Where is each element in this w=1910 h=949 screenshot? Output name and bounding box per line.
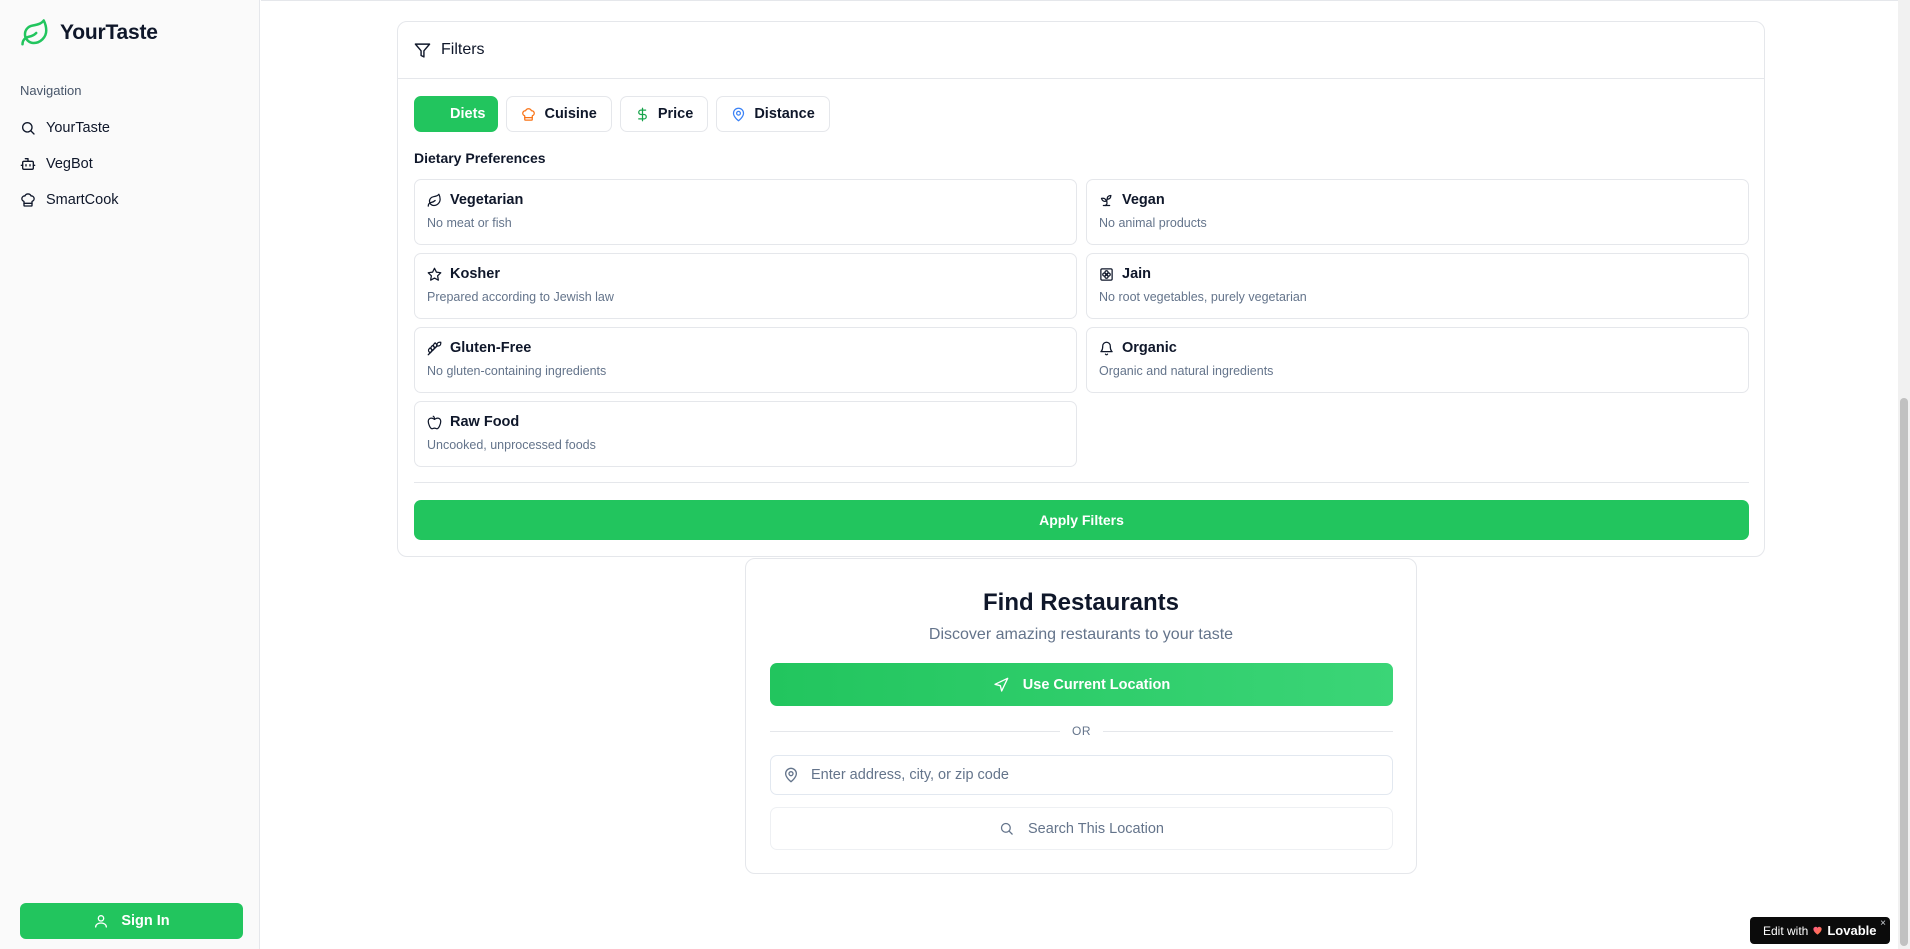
use-current-location-button[interactable]: Use Current Location — [770, 663, 1393, 706]
sign-in-label: Sign In — [121, 913, 170, 929]
sidebar-item-yourtaste[interactable]: YourTaste — [20, 110, 240, 146]
diet-option-gluten-free[interactable]: Gluten-Free No gluten-containing ingredi… — [414, 327, 1077, 393]
dietary-preferences-heading: Dietary Preferences — [414, 150, 546, 166]
chef-hat-icon — [522, 107, 536, 121]
top-border — [261, 0, 1910, 1]
tab-diets[interactable]: Diets — [414, 96, 499, 132]
diet-title: Gluten-Free — [450, 340, 532, 356]
bell-icon — [1100, 341, 1113, 355]
diet-title: Jain — [1122, 266, 1152, 282]
user-icon — [95, 915, 108, 928]
use-location-label: Use Current Location — [1022, 676, 1171, 693]
nav-heading: Navigation — [20, 83, 82, 98]
or-label: OR — [1072, 724, 1091, 738]
filters-header: Filters — [398, 22, 1764, 79]
filter-icon — [414, 42, 431, 58]
diet-description: No root vegetables, purely vegetarian — [1099, 290, 1307, 304]
dollar-icon — [637, 107, 647, 121]
apply-filters-button[interactable]: Apply Filters — [414, 500, 1749, 540]
diet-option-vegan[interactable]: Vegan No animal products — [1086, 179, 1749, 245]
or-divider: OR — [770, 723, 1393, 739]
nav-list: YourTaste VegBot SmartCook — [20, 110, 240, 218]
filter-tabs: Diets Cuisine Price Distance — [414, 96, 830, 132]
diet-title-row: Raw Food — [427, 414, 1064, 430]
wheat-icon — [427, 341, 442, 355]
diet-title: Kosher — [450, 266, 500, 282]
address-input[interactable] — [811, 767, 1392, 783]
sprout-icon — [1100, 194, 1112, 206]
map-pin-icon — [733, 107, 745, 122]
sign-in-button[interactable]: Sign In — [20, 903, 243, 939]
tab-label: Distance — [754, 106, 815, 122]
search-icon — [1000, 822, 1013, 835]
sidebar: YourTaste Navigation YourTaste VegBot Sm… — [0, 0, 260, 949]
diet-description: Uncooked, unprocessed foods — [427, 438, 596, 452]
diet-description: No animal products — [1099, 216, 1207, 230]
diet-title-row: Kosher — [427, 266, 1064, 282]
diet-title: Vegetarian — [450, 192, 524, 208]
diet-title-row: Vegan — [1099, 192, 1736, 208]
tab-label: Price — [657, 106, 694, 122]
sidebar-item-label: VegBot — [46, 156, 93, 172]
leaf-icon — [427, 193, 441, 207]
tab-cuisine[interactable]: Cuisine — [506, 96, 612, 132]
find-subtitle: Discover amazing restaurants to your tas… — [928, 626, 1234, 643]
tab-distance[interactable]: Distance — [716, 96, 830, 132]
badge-brand: Lovable — [1827, 923, 1877, 938]
badge-prefix: Edit with — [1763, 923, 1809, 938]
diet-option-kosher[interactable]: Kosher Prepared according to Jewish law — [414, 253, 1077, 319]
or-line-left — [770, 730, 1060, 732]
map-pin-icon — [784, 767, 798, 783]
navigation-icon — [994, 677, 1009, 692]
diet-description: No gluten-containing ingredients — [427, 364, 607, 378]
sidebar-item-label: SmartCook — [46, 192, 119, 208]
filters-title: Filters — [441, 41, 485, 58]
bot-icon — [20, 158, 36, 170]
diet-description: Organic and natural ingredients — [1099, 364, 1274, 378]
tab-label: Cuisine — [544, 106, 597, 122]
diet-option-jain[interactable]: Jain No root vegetables, purely vegetari… — [1086, 253, 1749, 319]
diet-title: Vegan — [1122, 192, 1165, 208]
leaf-logo-icon — [21, 19, 48, 46]
sidebar-item-smartcook[interactable]: SmartCook — [20, 182, 240, 218]
brand[interactable]: YourTaste — [20, 18, 158, 48]
diet-option-raw-food[interactable]: Raw Food Uncooked, unprocessed foods — [414, 401, 1077, 467]
badge-close-button[interactable]: × — [1880, 918, 1886, 929]
heart-icon — [1813, 926, 1822, 935]
diet-title-row: Vegetarian — [427, 192, 1064, 208]
diet-title-row: Jain — [1099, 266, 1736, 282]
find-restaurants-panel: Find Restaurants Discover amazing restau… — [745, 558, 1417, 874]
address-field[interactable] — [770, 755, 1393, 795]
sidebar-item-label: YourTaste — [46, 120, 110, 136]
diet-description: No meat or fish — [427, 216, 512, 230]
edit-with-lovable-badge[interactable]: Edit with Lovable × — [1750, 917, 1890, 944]
sidebar-item-vegbot[interactable]: VegBot — [20, 146, 240, 182]
brand-name: YourTaste — [60, 21, 158, 44]
search-this-location-button[interactable]: Search This Location — [770, 807, 1393, 850]
star-icon — [427, 267, 442, 281]
diet-option-vegetarian[interactable]: Vegetarian No meat or fish — [414, 179, 1077, 245]
flower-icon — [1100, 267, 1113, 281]
find-title: Find Restaurants — [982, 589, 1180, 616]
page-scrollbar[interactable] — [1898, 0, 1910, 949]
divider — [414, 482, 1749, 483]
diet-title: Raw Food — [450, 414, 520, 430]
scrollbar-thumb[interactable] — [1900, 398, 1908, 946]
filters-panel: Filters Diets Cuisine Price Distance Die… — [397, 21, 1765, 557]
diet-options: Vegetarian No meat or fish Vegan No anim… — [414, 179, 1749, 467]
or-line-right — [1103, 730, 1393, 732]
diet-title: Organic — [1122, 340, 1177, 356]
chef-hat-icon — [21, 193, 35, 207]
diet-title-row: Organic — [1099, 340, 1736, 356]
diet-description: Prepared according to Jewish law — [427, 290, 614, 304]
search-location-label: Search This Location — [1028, 820, 1164, 837]
search-icon — [22, 122, 35, 135]
diet-title-row: Gluten-Free — [427, 340, 1064, 356]
tab-price[interactable]: Price — [619, 96, 709, 132]
apple-icon — [427, 415, 442, 429]
diet-option-organic[interactable]: Organic Organic and natural ingredients — [1086, 327, 1749, 393]
tab-label: Diets — [450, 106, 486, 122]
